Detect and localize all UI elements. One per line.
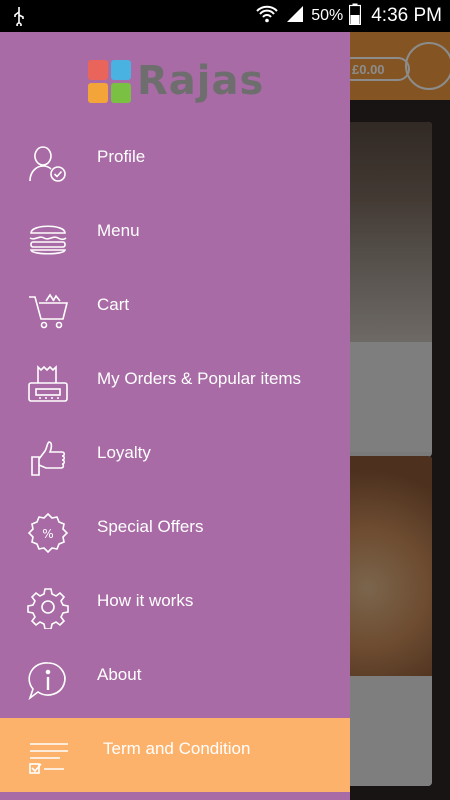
gear-icon: [26, 585, 70, 630]
cart-icon: [26, 289, 70, 333]
menu-item-how-it-works[interactable]: How it works: [0, 570, 350, 644]
menu-item-my-orders[interactable]: My Orders & Popular items: [0, 348, 350, 422]
logo-tiles: [88, 59, 131, 103]
logo-tile: [88, 82, 108, 103]
svg-text:%: %: [42, 527, 53, 541]
menu-label: Special Offers: [97, 517, 204, 536]
navigation-drawer: Rajas Profile Menu Cart My Orders & Popu…: [0, 32, 350, 800]
status-bar: 50% 4:36 PM: [0, 0, 450, 32]
usb-icon: [12, 6, 26, 31]
menu-item-profile[interactable]: Profile: [0, 126, 350, 200]
terms-icon: [26, 733, 70, 777]
menu-item-cart[interactable]: Cart: [0, 274, 350, 348]
menu-item-loyalty[interactable]: Loyalty: [0, 422, 350, 496]
battery-percent: 50%: [311, 7, 344, 24]
menu-item-terms[interactable]: Term and Condition: [0, 718, 350, 792]
menu-label: About: [97, 665, 142, 684]
signal-icon: [285, 4, 305, 29]
orders-icon: [26, 363, 70, 407]
logo-tile: [111, 82, 131, 103]
brand-name: Rajas: [137, 58, 265, 104]
brand-logo: Rajas: [88, 56, 264, 106]
info-icon: [26, 659, 70, 703]
battery-icon: [349, 3, 362, 30]
menu-label: Term and Condition: [103, 739, 251, 758]
logo-tile: [111, 59, 131, 80]
menu-item-menu[interactable]: Menu: [0, 200, 350, 274]
thumbs-up-icon: [26, 437, 70, 481]
menu-item-about[interactable]: About: [0, 644, 350, 718]
menu-label: Profile: [97, 147, 146, 166]
menu-label: My Orders & Popular items: [97, 369, 302, 388]
menu-label: Menu: [97, 221, 140, 240]
clock: 4:36 PM: [371, 5, 442, 26]
percent-badge-icon: %: [26, 511, 70, 555]
menu-label: Cart: [97, 295, 130, 314]
profile-icon: [26, 141, 70, 185]
wifi-icon: [255, 4, 279, 29]
logo-tile: [88, 59, 108, 80]
menu-label: How it works: [97, 591, 194, 610]
menu-label: Loyalty: [97, 443, 151, 462]
menu-item-special-offers[interactable]: % Special Offers: [0, 496, 350, 570]
burger-icon: [26, 215, 70, 259]
